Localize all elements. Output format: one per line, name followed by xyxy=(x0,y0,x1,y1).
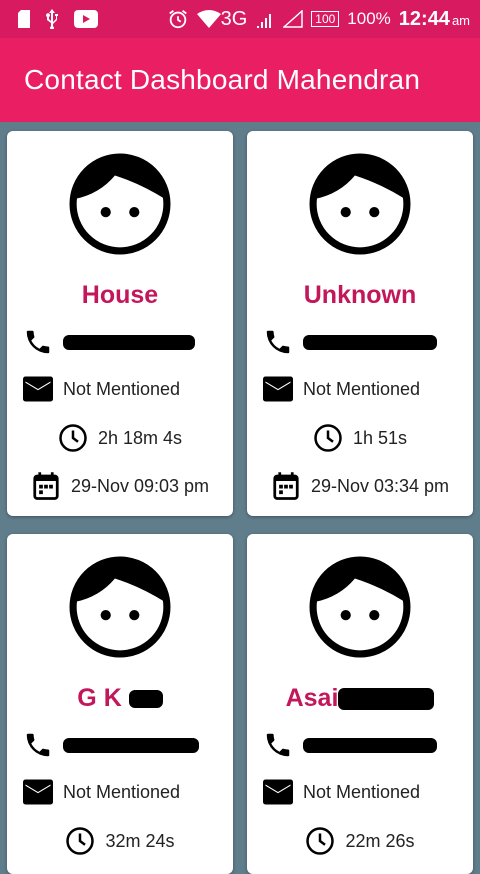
phone-icon xyxy=(266,330,290,354)
name-redacted xyxy=(338,688,435,711)
phone-row[interactable] xyxy=(263,327,437,357)
duration-row: 22m 26s xyxy=(247,826,473,856)
email-row: Not Mentioned xyxy=(263,376,420,402)
phone-number-redacted xyxy=(303,334,437,350)
status-bar: 3G 100 100% 12:44 am xyxy=(0,0,480,38)
person-face-icon xyxy=(69,153,171,255)
youtube-icon xyxy=(74,10,98,28)
mail-icon xyxy=(23,779,53,805)
signal-empty-icon xyxy=(283,10,304,28)
mail-icon xyxy=(263,779,293,805)
mail-icon xyxy=(23,376,53,402)
call-duration: 22m 26s xyxy=(345,830,415,851)
app-bar: Contact Dashboard Mahendran xyxy=(0,38,480,122)
phone-number-redacted xyxy=(303,737,437,753)
contact-name: House xyxy=(81,281,159,309)
contact-name: G K xyxy=(7,684,233,713)
person-face-icon xyxy=(309,556,411,658)
name-redacted xyxy=(128,690,163,709)
phone-icon xyxy=(26,330,50,354)
page-title: Contact Dashboard Mahendran xyxy=(24,64,421,95)
clock-icon xyxy=(306,827,335,855)
contact-name: Asai xyxy=(247,684,473,713)
email-text: Not Mentioned xyxy=(303,378,421,399)
date-row: 29-Nov 09:03 pm xyxy=(7,471,233,501)
person-face-icon xyxy=(69,556,171,658)
mail-icon xyxy=(263,376,293,402)
alarm-icon xyxy=(168,10,187,29)
battery-percent: 100% xyxy=(347,9,391,28)
contact-card[interactable]: G K Not Mentioned 32m 24s xyxy=(7,534,233,874)
duration-row: 2h 18m 4s xyxy=(7,423,233,453)
clock-icon xyxy=(59,424,87,452)
call-date: 29-Nov 09:03 pm xyxy=(70,475,210,496)
call-date: 29-Nov 03:34 pm xyxy=(310,475,450,496)
battery-icon: 100 xyxy=(311,11,340,27)
phone-number-redacted xyxy=(63,737,199,753)
calendar-icon xyxy=(273,472,299,500)
contact-card[interactable]: Asai Not Mentioned 22m 26s xyxy=(247,534,473,874)
contact-card[interactable]: House Not Mentioned 2h 18m 4s 29-Nov 09:… xyxy=(7,131,233,516)
clock-icon xyxy=(314,424,342,452)
duration-row: 32m 24s xyxy=(7,826,233,856)
clock: 12:44 am xyxy=(398,7,470,30)
clock-icon xyxy=(66,827,95,855)
email-row: Not Mentioned xyxy=(263,779,420,805)
network-type: 3G xyxy=(220,7,248,30)
email-text: Not Mentioned xyxy=(303,781,421,802)
phone-row[interactable] xyxy=(23,327,195,357)
phone-icon xyxy=(266,733,290,757)
email-row: Not Mentioned xyxy=(23,376,180,402)
call-duration: 1h 51s xyxy=(352,427,408,448)
email-text: Not Mentioned xyxy=(63,378,181,399)
sim-card-icon xyxy=(18,10,30,28)
contact-name: Unknown xyxy=(303,281,417,309)
contact-grid: House Not Mentioned 2h 18m 4s 29-Nov 09:… xyxy=(0,122,480,874)
signal-icon xyxy=(257,14,272,28)
date-row: 29-Nov 03:34 pm xyxy=(247,471,473,501)
email-text: Not Mentioned xyxy=(63,781,181,802)
email-row: Not Mentioned xyxy=(23,779,180,805)
contact-card[interactable]: Unknown Not Mentioned 1h 51s 29-Nov 03:3… xyxy=(247,131,473,516)
person-face-icon xyxy=(309,153,411,255)
phone-row[interactable] xyxy=(263,730,437,760)
usb-icon xyxy=(46,9,58,29)
wifi-icon xyxy=(196,10,221,28)
phone-row[interactable] xyxy=(23,730,199,760)
phone-number-redacted xyxy=(63,334,195,350)
call-duration: 32m 24s xyxy=(105,830,175,851)
call-duration: 2h 18m 4s xyxy=(97,427,183,448)
duration-row: 1h 51s xyxy=(247,423,473,453)
calendar-icon xyxy=(33,472,59,500)
phone-icon xyxy=(26,733,50,757)
